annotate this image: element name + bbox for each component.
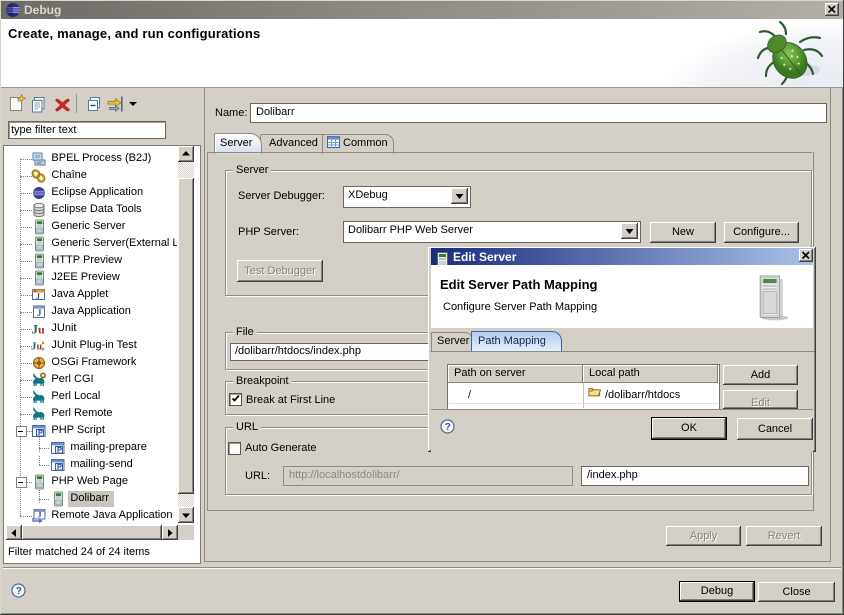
svg-text:J: J xyxy=(38,510,42,519)
svg-text:J: J xyxy=(36,292,40,301)
svg-text:?: ? xyxy=(16,586,22,597)
svg-text:?: ? xyxy=(445,422,451,433)
svg-text:P: P xyxy=(57,445,62,454)
svg-text:u: u xyxy=(38,322,45,336)
svg-text:u: u xyxy=(37,341,43,352)
svg-text:J: J xyxy=(37,308,42,318)
svg-text:P: P xyxy=(38,428,43,437)
svg-text:P: P xyxy=(57,462,62,471)
